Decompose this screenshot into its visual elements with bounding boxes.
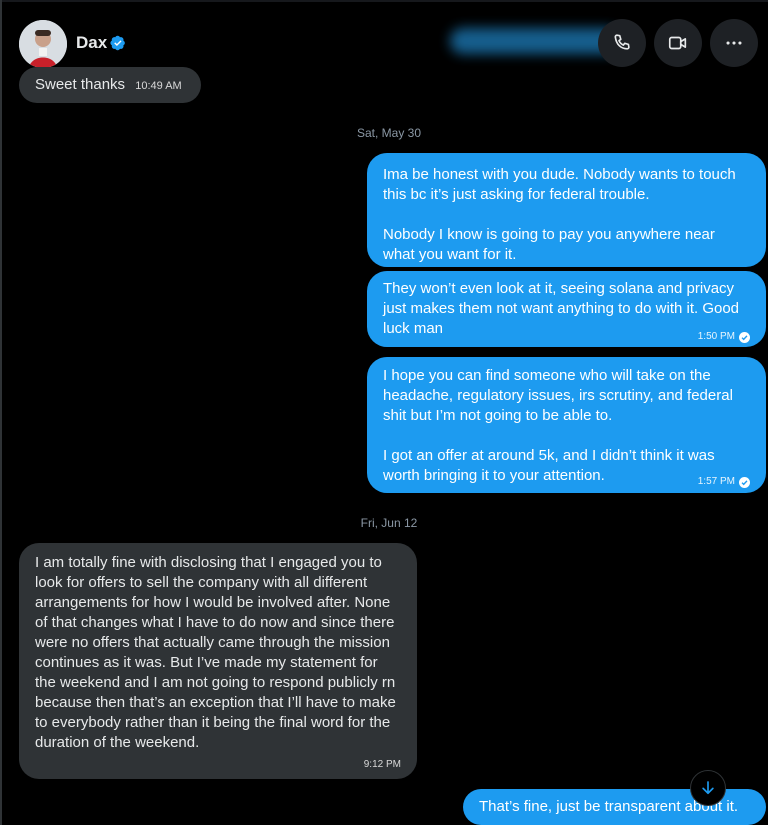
blurred-notification bbox=[450, 28, 620, 54]
message-outgoing[interactable]: Ima be honest with you dude. Nobody want… bbox=[367, 153, 766, 267]
scroll-to-bottom-button[interactable] bbox=[690, 770, 726, 806]
conversation-header: Dax bbox=[0, 0, 768, 72]
more-options-button[interactable] bbox=[710, 19, 758, 67]
message-time: 9:12 PM bbox=[363, 759, 401, 770]
message-text: Sweet thanks bbox=[35, 76, 126, 93]
video-camera-icon bbox=[668, 36, 687, 50]
phone-icon bbox=[614, 34, 630, 50]
message-text: I am totally fine with disclosing that I… bbox=[35, 554, 400, 751]
read-receipt-icon bbox=[739, 331, 750, 343]
message-incoming[interactable]: I am totally fine with disclosing that I… bbox=[19, 543, 417, 779]
message-time: 1:57 PM bbox=[697, 476, 735, 487]
arrow-down-icon bbox=[702, 781, 714, 795]
verified-badge-icon bbox=[110, 35, 125, 51]
message-time: 1:50 PM bbox=[697, 331, 735, 342]
message-outgoing[interactable]: I hope you can find someone who will tak… bbox=[367, 357, 766, 493]
read-receipt-icon bbox=[739, 476, 750, 488]
avatar[interactable] bbox=[19, 20, 67, 68]
message-meta: 9:12 PM bbox=[35, 755, 401, 775]
avatar-image bbox=[19, 20, 67, 68]
date-separator: Fri, Jun 12 bbox=[360, 516, 418, 530]
call-button[interactable] bbox=[598, 19, 646, 67]
message-incoming[interactable]: Sweet thanks 10:49 AM bbox=[19, 67, 201, 103]
date-separator: Sat, May 30 bbox=[356, 126, 422, 140]
contact-name[interactable]: Dax bbox=[76, 33, 107, 53]
message-text: I hope you can find someone who will tak… bbox=[383, 367, 733, 484]
message-time: 10:49 AM bbox=[135, 80, 182, 92]
message-text: Ima be honest with you dude. Nobody want… bbox=[383, 166, 736, 263]
video-call-button[interactable] bbox=[654, 19, 702, 67]
more-options-icon bbox=[726, 41, 742, 45]
message-outgoing[interactable]: They won’t even look at it, seeing solan… bbox=[367, 271, 766, 347]
window-left-border bbox=[0, 0, 2, 825]
